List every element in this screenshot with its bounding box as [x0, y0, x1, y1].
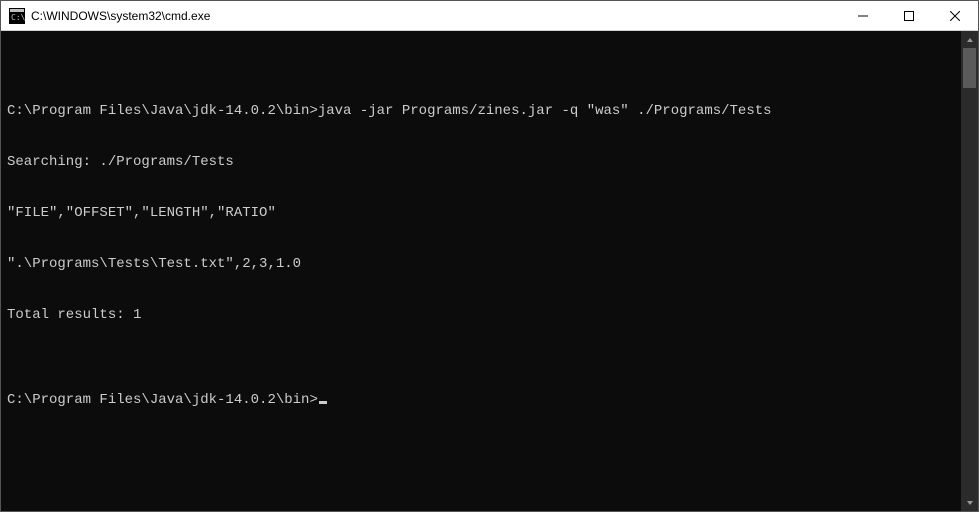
- terminal-line: ".\Programs\Tests\Test.txt",2,3,1.0: [7, 256, 955, 273]
- window-controls: [840, 1, 978, 30]
- terminal-prompt: C:\Program Files\Java\jdk-14.0.2\bin>: [7, 392, 318, 408]
- scroll-up-button[interactable]: [961, 31, 978, 48]
- cursor-icon: [319, 401, 327, 404]
- window-titlebar[interactable]: C:\ C:\WINDOWS\system32\cmd.exe: [1, 1, 978, 31]
- vertical-scrollbar[interactable]: [961, 31, 978, 511]
- terminal-line: Searching: ./Programs/Tests: [7, 154, 955, 171]
- maximize-button[interactable]: [886, 1, 932, 30]
- scroll-thumb[interactable]: [963, 48, 976, 88]
- terminal-line: "FILE","OFFSET","LENGTH","RATIO": [7, 205, 955, 222]
- terminal-line: C:\Program Files\Java\jdk-14.0.2\bin>jav…: [7, 103, 955, 120]
- scroll-down-button[interactable]: [961, 494, 978, 511]
- minimize-button[interactable]: [840, 1, 886, 30]
- window-title: C:\WINDOWS\system32\cmd.exe: [31, 9, 210, 23]
- terminal-output[interactable]: C:\Program Files\Java\jdk-14.0.2\bin>jav…: [1, 31, 961, 511]
- svg-text:C:\: C:\: [11, 13, 25, 22]
- terminal-area: C:\Program Files\Java\jdk-14.0.2\bin>jav…: [1, 31, 978, 511]
- terminal-line: Total results: 1: [7, 307, 955, 324]
- close-button[interactable]: [932, 1, 978, 30]
- cmd-icon: C:\: [9, 8, 25, 24]
- terminal-prompt-line: C:\Program Files\Java\jdk-14.0.2\bin>: [7, 392, 955, 409]
